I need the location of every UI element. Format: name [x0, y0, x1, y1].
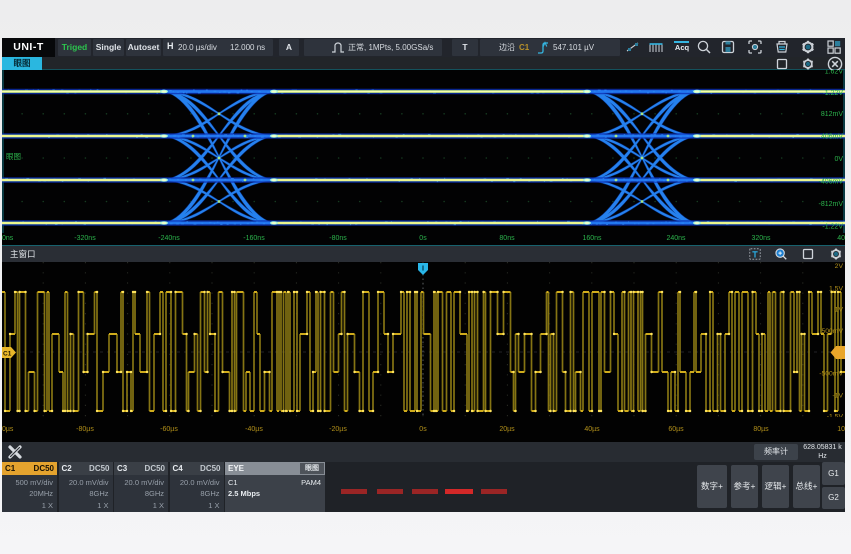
svg-text:500mV: 500mV	[821, 328, 843, 335]
svg-text:406mV: 406mV	[821, 134, 844, 141]
svg-text:-500mV: -500mV	[819, 371, 843, 378]
svg-text:1V: 1V	[835, 307, 844, 314]
svg-text:1.62V: 1.62V	[825, 70, 844, 76]
svg-text:-1V: -1V	[832, 393, 843, 400]
svg-text:1.5V: 1.5V	[829, 286, 843, 293]
svg-text:-812mV: -812mV	[818, 201, 843, 208]
svg-text:C1: C1	[3, 351, 12, 358]
svg-text:812mV: 812mV	[821, 111, 844, 118]
svg-text:-1.22V: -1.22V	[822, 224, 843, 231]
svg-text:1.22V: 1.22V	[825, 90, 844, 97]
svg-text:2V: 2V	[835, 263, 844, 270]
svg-text:-406mV: -406mV	[818, 179, 843, 186]
svg-text:0V: 0V	[834, 156, 843, 163]
svg-text:眼图: 眼图	[6, 152, 21, 161]
